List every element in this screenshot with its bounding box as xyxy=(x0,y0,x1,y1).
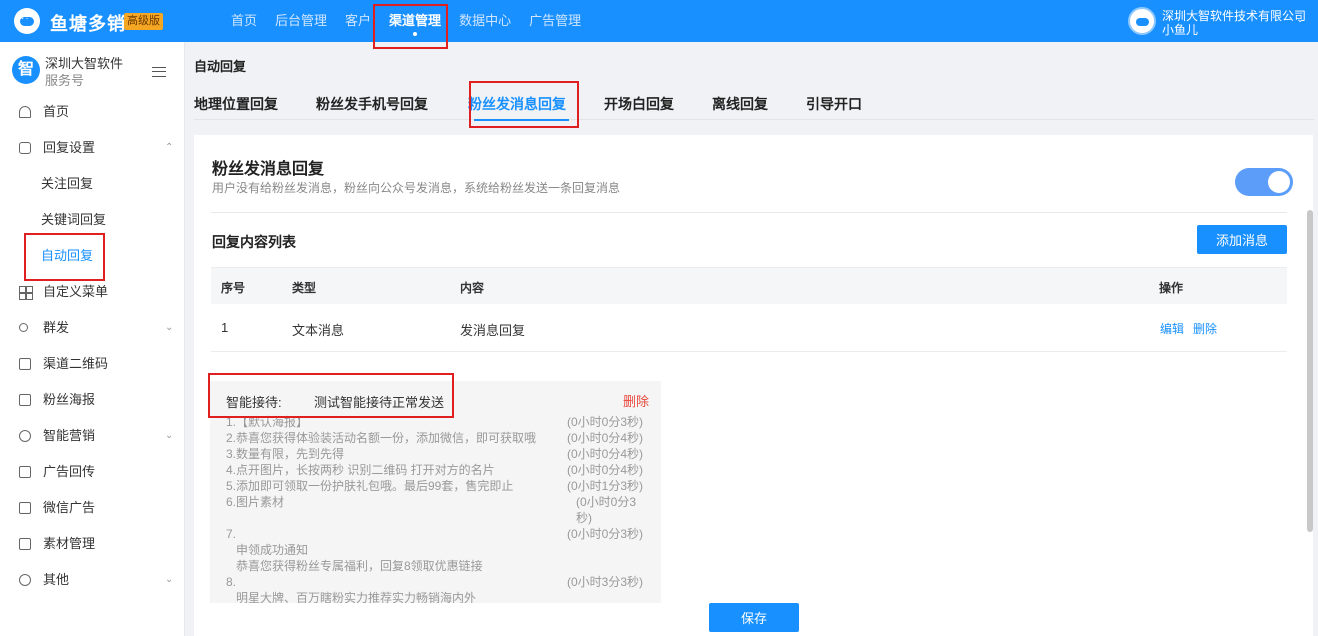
chevron-up-icon: ⌃ xyxy=(165,142,174,153)
sidebar-item-wechat-ads[interactable]: 微信广告 xyxy=(0,490,184,526)
delay-time: (0小时1分3秒) xyxy=(567,479,644,493)
account-avatar: 智 xyxy=(12,56,40,84)
topnav-ads[interactable]: 广告管理 xyxy=(520,0,590,42)
sidebar-item-channel-qrcode[interactable]: 渠道二维码 xyxy=(0,346,184,382)
home-icon xyxy=(19,106,31,118)
col-content: 内容 xyxy=(460,281,485,295)
chevron-down-icon[interactable]: ⌄ xyxy=(1296,14,1304,25)
sidebar-item-broadcast[interactable]: 群发 ⌄ xyxy=(0,310,184,346)
sidebar: 智 深圳大智软件 服务号 首页 回复设置 ⌃ 关注回复 关键词回复 自动回复 自… xyxy=(0,42,185,636)
message-line: 7. xyxy=(226,527,237,541)
topnav-home[interactable]: 首页 xyxy=(222,0,266,42)
sidebar-item-other[interactable]: 其他 ⌄ xyxy=(0,562,184,598)
message-line: 3.数量有限，先到先得 xyxy=(226,447,345,461)
delay-time: (0小时0分3 xyxy=(576,495,637,509)
page-title: 自动回复 xyxy=(194,59,247,74)
menu-toggle-icon[interactable] xyxy=(152,67,166,77)
list-title: 回复内容列表 xyxy=(212,234,296,250)
toggle-knob xyxy=(1268,171,1290,193)
ad-icon xyxy=(19,502,31,514)
logo-icon xyxy=(14,8,40,34)
qrcode-icon xyxy=(19,358,31,370)
gear-icon xyxy=(19,574,31,586)
sidebar-item-fan-poster[interactable]: 粉丝海报 xyxy=(0,382,184,418)
edit-link[interactable]: 编辑 xyxy=(1160,320,1184,337)
sidebar-item-home[interactable]: 首页 xyxy=(0,94,184,130)
message-line: 2.恭喜您获得体验装活动名额一份，添加微信，即可获取哦 xyxy=(226,431,537,445)
chevron-down-icon: ⌄ xyxy=(165,574,174,585)
cell-type: 文本消息 xyxy=(292,323,345,338)
highlight-box-tab xyxy=(469,81,579,128)
top-bar: 鱼塘多销 高级版 首页 后台管理 客户 渠道管理 数据中心 广告管理 深圳大智软… xyxy=(0,0,1318,42)
message-line: 6.图片素材 xyxy=(226,495,285,509)
cell-index: 1 xyxy=(221,320,229,335)
col-type: 类型 xyxy=(292,281,317,295)
tab-location-reply[interactable]: 地理位置回复 xyxy=(194,94,278,114)
scrollbar[interactable] xyxy=(1307,210,1313,532)
folder-icon xyxy=(19,538,31,550)
message-line: 明星大牌、百万瞎粉实力推荐实力畅销海内外 xyxy=(236,591,477,603)
highlight-box-nav xyxy=(373,4,448,49)
delay-time: (0小时0分4秒) xyxy=(567,431,644,445)
message-line: 申领成功通知 xyxy=(236,543,309,557)
chevron-down-icon: ⌄ xyxy=(165,322,174,333)
tab-guide-reply[interactable]: 引导开口 xyxy=(806,94,862,114)
grid-icon xyxy=(19,286,31,298)
delay-time: (0小时0分3秒) xyxy=(567,415,644,429)
col-index: 序号 xyxy=(221,281,246,295)
poster-icon xyxy=(19,394,31,406)
topnav-backend[interactable]: 后台管理 xyxy=(266,0,336,42)
delete-link[interactable]: 删除 xyxy=(1193,320,1217,337)
edition-badge: 高级版 xyxy=(124,13,163,30)
add-message-button[interactable]: 添加消息 xyxy=(1197,225,1287,254)
delay-time: (0小时0分4秒) xyxy=(567,463,644,477)
message-line: 8. xyxy=(226,575,237,589)
message-line: 5.添加即可领取一份护肤礼包哦。最后99套，售完即止 xyxy=(226,479,514,493)
chevron-down-icon: ⌄ xyxy=(165,430,174,441)
divider xyxy=(211,212,1287,213)
highlight-box-smart xyxy=(208,373,454,418)
cell-content: 发消息回复 xyxy=(460,323,526,338)
reply-tabs: 地理位置回复 粉丝发手机号回复 粉丝发消息回复 开场白回复 离线回复 引导开口 xyxy=(194,86,1314,120)
user-group-icon xyxy=(19,323,28,332)
table-header: 序号 类型 内容 操作 xyxy=(211,267,1287,304)
message-line: 恭喜您获得粉丝专属福利，回复8领取优惠链接 xyxy=(236,559,483,573)
panel-description: 用户没有给粉丝发消息，粉丝向公众号发消息，系统给粉丝发送一条回复消息 xyxy=(212,181,621,195)
delay-time: (0小时0分4秒) xyxy=(567,447,644,461)
highlight-box-sidebar xyxy=(24,233,105,281)
delay-time: 秒) xyxy=(576,511,592,525)
current-user[interactable]: 小鱼儿 xyxy=(1162,21,1198,38)
save-button[interactable]: 保存 xyxy=(709,603,799,632)
company-avatar-icon[interactable] xyxy=(1128,7,1156,35)
enable-toggle[interactable] xyxy=(1235,168,1293,196)
tab-opening-reply[interactable]: 开场白回复 xyxy=(604,94,674,114)
sidebar-item-ad-callback[interactable]: 广告回传 xyxy=(0,454,184,490)
sidebar-item-smart-marketing[interactable]: 智能营销 ⌄ xyxy=(0,418,184,454)
message-line: 4.点开图片，长按两秒 识别二维码 打开对方的名片 xyxy=(226,463,495,477)
tab-phone-reply[interactable]: 粉丝发手机号回复 xyxy=(316,94,428,114)
panel-title: 粉丝发消息回复 xyxy=(212,161,325,178)
sidebar-item-reply-settings[interactable]: 回复设置 ⌃ xyxy=(0,130,184,166)
table-row: 1 文本消息 发消息回复 编辑 删除 xyxy=(211,304,1287,352)
chat-icon xyxy=(19,142,31,154)
brand-name: 鱼塘多销 xyxy=(50,14,126,34)
tab-offline-reply[interactable]: 离线回复 xyxy=(712,94,768,114)
topnav-data-center[interactable]: 数据中心 xyxy=(450,0,520,42)
delay-time: (0小时3分3秒) xyxy=(567,575,644,589)
col-actions: 操作 xyxy=(1159,281,1184,295)
sidebar-item-materials[interactable]: 素材管理 xyxy=(0,526,184,562)
smart-delete-link[interactable]: 删除 xyxy=(623,391,649,410)
sidebar-item-follow-reply[interactable]: 关注回复 xyxy=(0,166,184,202)
ad-icon xyxy=(19,466,31,478)
account-type: 服务号 xyxy=(45,73,85,88)
bulb-icon xyxy=(19,430,31,442)
delay-time: (0小时0分3秒) xyxy=(567,527,644,541)
